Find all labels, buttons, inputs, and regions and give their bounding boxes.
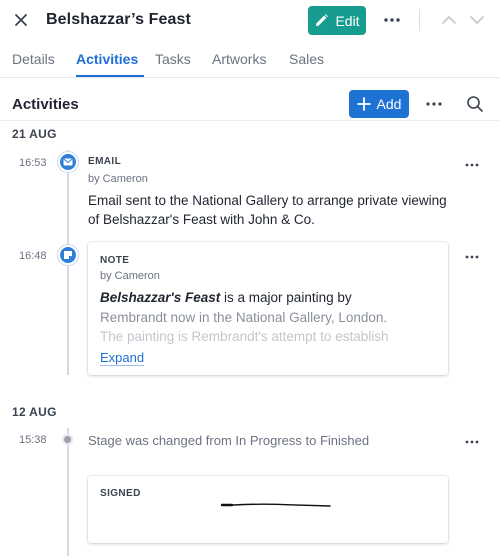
search-icon[interactable] bbox=[466, 95, 484, 113]
signature-image bbox=[220, 503, 331, 507]
activity-author: by Cameron bbox=[88, 173, 148, 185]
active-tab-indicator bbox=[76, 75, 144, 77]
activity-time: 16:53 bbox=[19, 157, 47, 169]
activity-author: by Cameron bbox=[100, 270, 160, 282]
stage-change-dot bbox=[62, 434, 73, 445]
edit-button[interactable]: Edit bbox=[308, 6, 366, 35]
add-label: Add bbox=[376, 96, 402, 112]
tab-activities[interactable]: Activities bbox=[76, 51, 138, 67]
top-bar: Belshazzar’s Feast Edit bbox=[0, 0, 500, 42]
chevron-down-icon[interactable] bbox=[468, 12, 486, 28]
note-bold-title: Belshazzar's Feast bbox=[100, 290, 221, 305]
signature-card: SIGNED bbox=[88, 476, 448, 543]
more-options-icon[interactable] bbox=[382, 13, 402, 27]
divider bbox=[419, 9, 420, 31]
note-line: The painting is Rembrandt's attempt to e… bbox=[100, 329, 389, 344]
activity-type: NOTE bbox=[100, 255, 130, 266]
note-text: Belshazzar's Feast is a major painting b… bbox=[100, 288, 420, 346]
pencil-icon bbox=[316, 14, 329, 27]
activity-time: 16:48 bbox=[19, 250, 47, 262]
activity-time: 15:38 bbox=[19, 434, 47, 446]
date-header: 21 AUG bbox=[12, 127, 57, 141]
add-activity-button[interactable]: Add bbox=[349, 90, 409, 118]
date-header: 12 AUG bbox=[12, 405, 57, 419]
email-icon bbox=[58, 152, 78, 172]
more-options-icon[interactable] bbox=[464, 437, 480, 447]
tab-sales[interactable]: Sales bbox=[289, 51, 324, 67]
activity-type: SIGNED bbox=[100, 488, 141, 499]
tab-tasks[interactable]: Tasks bbox=[155, 51, 191, 67]
note-card: NOTE by Cameron Belshazzar's Feast is a … bbox=[88, 242, 448, 375]
page-title: Belshazzar’s Feast bbox=[46, 11, 191, 28]
plus-icon bbox=[356, 97, 371, 111]
tab-artworks[interactable]: Artworks bbox=[212, 51, 266, 67]
expand-link[interactable]: Expand bbox=[100, 351, 145, 366]
more-options-icon[interactable] bbox=[424, 98, 444, 110]
close-icon[interactable] bbox=[12, 11, 30, 29]
note-icon bbox=[58, 245, 78, 265]
section-title: Activities bbox=[12, 96, 79, 113]
tab-details[interactable]: Details bbox=[12, 51, 55, 67]
edit-label: Edit bbox=[335, 12, 360, 29]
more-options-icon[interactable] bbox=[464, 160, 480, 170]
more-options-icon[interactable] bbox=[464, 252, 480, 262]
tab-bar: Details Activities Tasks Artworks Sales bbox=[0, 42, 500, 78]
chevron-up-icon[interactable] bbox=[440, 12, 458, 28]
timeline-line bbox=[67, 428, 69, 556]
note-line: is a major painting by bbox=[220, 290, 352, 305]
note-line: Rembrandt now in the National Gallery, L… bbox=[100, 309, 388, 325]
activity-type: EMAIL bbox=[88, 156, 122, 167]
activity-text: Email sent to the National Gallery to ar… bbox=[88, 193, 447, 227]
activity-text: Stage was changed from In Progress to Fi… bbox=[88, 433, 370, 448]
divider bbox=[0, 120, 500, 121]
